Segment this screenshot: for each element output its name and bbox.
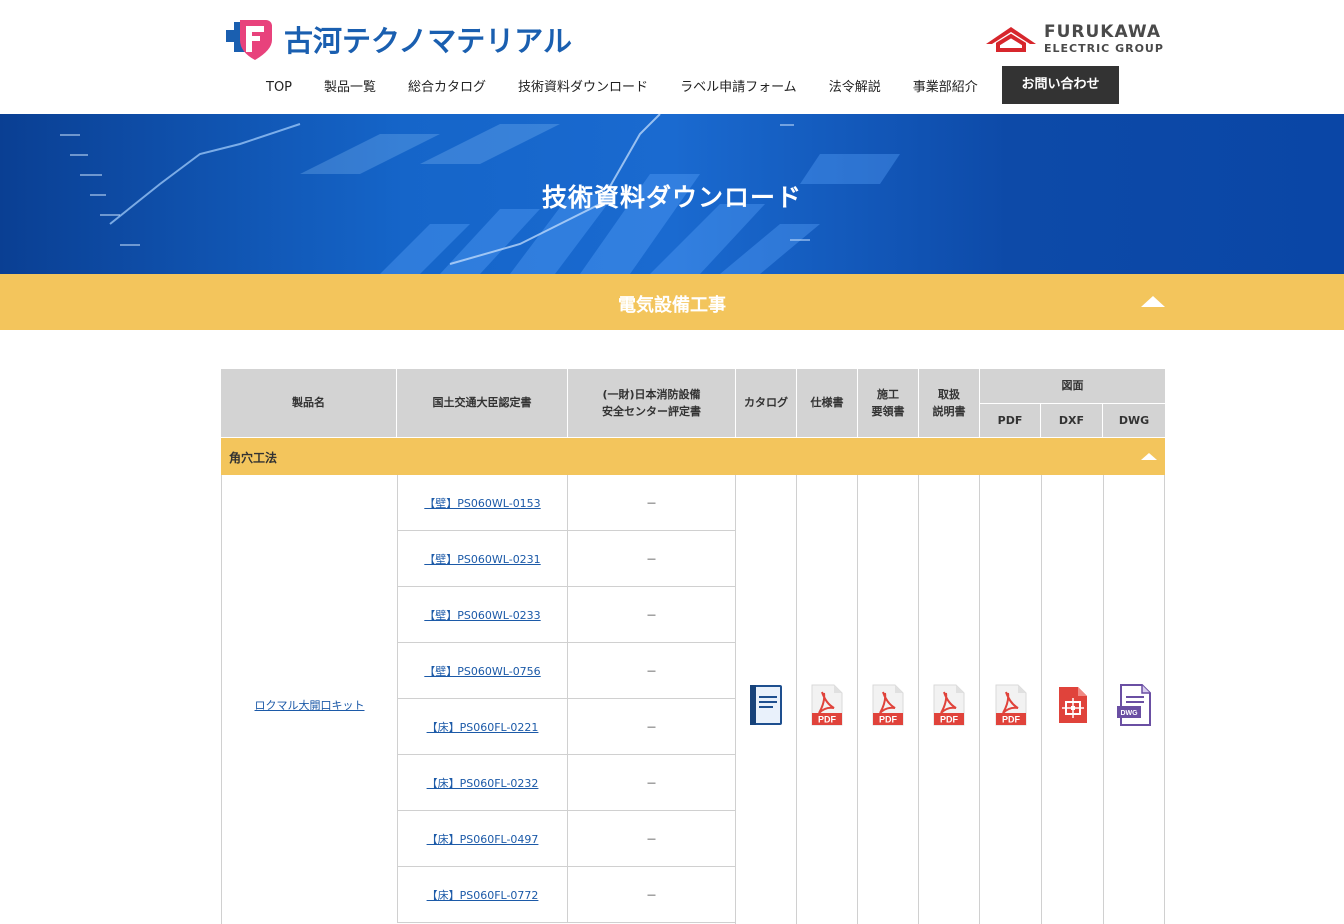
header-spec: 仕様書 — [797, 369, 858, 438]
header-product-name: 製品名 — [221, 369, 397, 438]
nav-item-products[interactable]: 製品一覧 — [308, 66, 392, 104]
spec-cell: PDF — [796, 475, 857, 924]
company-name: 古河テクノマテリアル — [284, 24, 572, 58]
catalog-book-icon[interactable] — [749, 684, 783, 726]
catalog-cell — [735, 475, 796, 924]
table-row-fire: － — [567, 699, 735, 755]
header-mlit-cert: 国土交通大臣認定書 — [397, 369, 568, 438]
drawing-pdf-cell: PDF — [979, 475, 1041, 924]
table-row-fire: － — [567, 475, 735, 531]
main-nav: TOP 製品一覧 総合カタログ 技術資料ダウンロード ラベル申請フォーム 法令解… — [250, 66, 994, 104]
header-drawing: 図面 — [980, 369, 1165, 404]
table-row-cert: 【壁】PS060WL-0756 — [397, 643, 567, 699]
hero-banner: 技術資料ダウンロード — [0, 114, 1344, 274]
manual-cell: PDF — [918, 475, 979, 924]
spec-pdf-icon[interactable]: PDF — [810, 684, 844, 726]
table-row-cert: 【床】PS060FL-0221 — [397, 699, 567, 755]
furukawa-roof-icon — [986, 27, 1036, 52]
header-drawing-pdf: PDF — [980, 404, 1041, 438]
group-name-line2: ELECTRIC GROUP — [1044, 42, 1164, 55]
fire-cert-value: － — [646, 608, 657, 622]
table-row-cert: 【壁】PS060WL-0233 — [397, 587, 567, 643]
table-row-cert: 【床】PS060FL-0497 — [397, 811, 567, 867]
section-header[interactable]: 角穴工法 — [221, 438, 1165, 475]
fire-cert-value: － — [646, 720, 657, 734]
contact-button[interactable]: お問い合わせ — [1002, 66, 1119, 104]
nav-item-regulations[interactable]: 法令解説 — [813, 66, 897, 104]
drawing-dwg-icon[interactable]: DWG — [1116, 683, 1152, 726]
furukawa-group-logo[interactable]: FURUKAWA ELECTRIC GROUP — [984, 24, 1164, 54]
fire-cert-value: － — [646, 496, 657, 510]
company-logo[interactable]: 古河テクノマテリアル — [226, 16, 572, 62]
category-collapse-icon[interactable] — [1141, 296, 1165, 307]
nav-item-catalog[interactable]: 総合カタログ — [392, 66, 502, 104]
nav-item-downloads[interactable]: 技術資料ダウンロード — [502, 66, 664, 104]
product-name-cell: ロクマル大開口キット — [221, 475, 397, 924]
table-row-cert: 【壁】PS060WL-0231 — [397, 531, 567, 587]
section-collapse-icon[interactable] — [1141, 453, 1157, 460]
fire-cert-value: － — [646, 552, 657, 566]
header-fire-cert: (一財)日本消防設備 安全センター評定書 — [568, 369, 736, 438]
fire-cert-value: － — [646, 888, 657, 902]
company-logo-mark-icon — [226, 16, 274, 62]
drawing-dxf-icon[interactable] — [1058, 686, 1088, 724]
fire-cert-value: － — [646, 832, 657, 846]
mlit-cert-link[interactable]: 【壁】PS060WL-0231 — [424, 551, 540, 567]
pdf-badge: PDF — [818, 714, 837, 724]
header-drawing-dwg: DWG — [1103, 404, 1165, 438]
nav-item-label-form[interactable]: ラベル申請フォーム — [664, 66, 813, 104]
construction-cell: PDF — [857, 475, 918, 924]
mlit-cert-link[interactable]: 【床】PS060FL-0221 — [427, 719, 539, 735]
drawing-dwg-cell: DWG — [1103, 475, 1165, 924]
mlit-cert-link[interactable]: 【壁】PS060WL-0153 — [424, 495, 540, 511]
table-row-cert: 【床】PS060FL-0772 — [397, 867, 567, 923]
section-label: 角穴工法 — [229, 451, 278, 465]
table-row-cert: 【壁】PS060WL-0153 — [397, 475, 567, 531]
fire-cert-value: － — [646, 776, 657, 790]
mlit-cert-link[interactable]: 【壁】PS060WL-0756 — [424, 663, 540, 679]
mlit-cert-link[interactable]: 【床】PS060FL-0772 — [427, 887, 539, 903]
product-link[interactable]: ロクマル大開口キット — [255, 697, 365, 713]
dwg-badge: DWG — [1120, 710, 1138, 717]
header-catalog: カタログ — [736, 369, 797, 438]
table-row-fire: － — [567, 811, 735, 867]
mlit-cert-link[interactable]: 【床】PS060FL-0497 — [427, 831, 539, 847]
table-row-fire: － — [567, 643, 735, 699]
table-row-cert: 【床】PS060FL-0232 — [397, 755, 567, 811]
pdf-badge: PDF — [1002, 714, 1021, 724]
group-name-line1: FURUKAWA — [1044, 22, 1162, 42]
table-body: ロクマル大開口キット 【壁】PS060WL-0153 － 【壁】PS060WL-… — [221, 475, 1165, 924]
nav-item-top[interactable]: TOP — [250, 66, 308, 104]
site-header: 古河テクノマテリアル FURUKAWA ELECTRIC GROUP TOP 製… — [0, 0, 1344, 114]
pdf-badge: PDF — [940, 714, 959, 724]
construction-pdf-icon[interactable]: PDF — [871, 684, 905, 726]
header-manual: 取扱 説明書 — [919, 369, 980, 438]
table-row-fire: － — [567, 587, 735, 643]
category-bar[interactable]: 電気設備工事 — [0, 274, 1344, 330]
header-construction: 施工 要領書 — [858, 369, 919, 438]
nav-item-division[interactable]: 事業部紹介 — [897, 66, 994, 104]
mlit-cert-link[interactable]: 【壁】PS060WL-0233 — [424, 607, 540, 623]
drawing-pdf-icon[interactable]: PDF — [994, 684, 1028, 726]
table-row-fire: － — [567, 867, 735, 923]
table-row-fire: － — [567, 755, 735, 811]
page-title: 技術資料ダウンロード — [541, 183, 802, 212]
table-row-fire: － — [567, 531, 735, 587]
manual-pdf-icon[interactable]: PDF — [932, 684, 966, 726]
pdf-badge: PDF — [879, 714, 898, 724]
drawing-dxf-cell — [1041, 475, 1103, 924]
header-drawing-dxf: DXF — [1041, 404, 1103, 438]
mlit-cert-link[interactable]: 【床】PS060FL-0232 — [427, 775, 539, 791]
fire-cert-value: － — [646, 664, 657, 678]
